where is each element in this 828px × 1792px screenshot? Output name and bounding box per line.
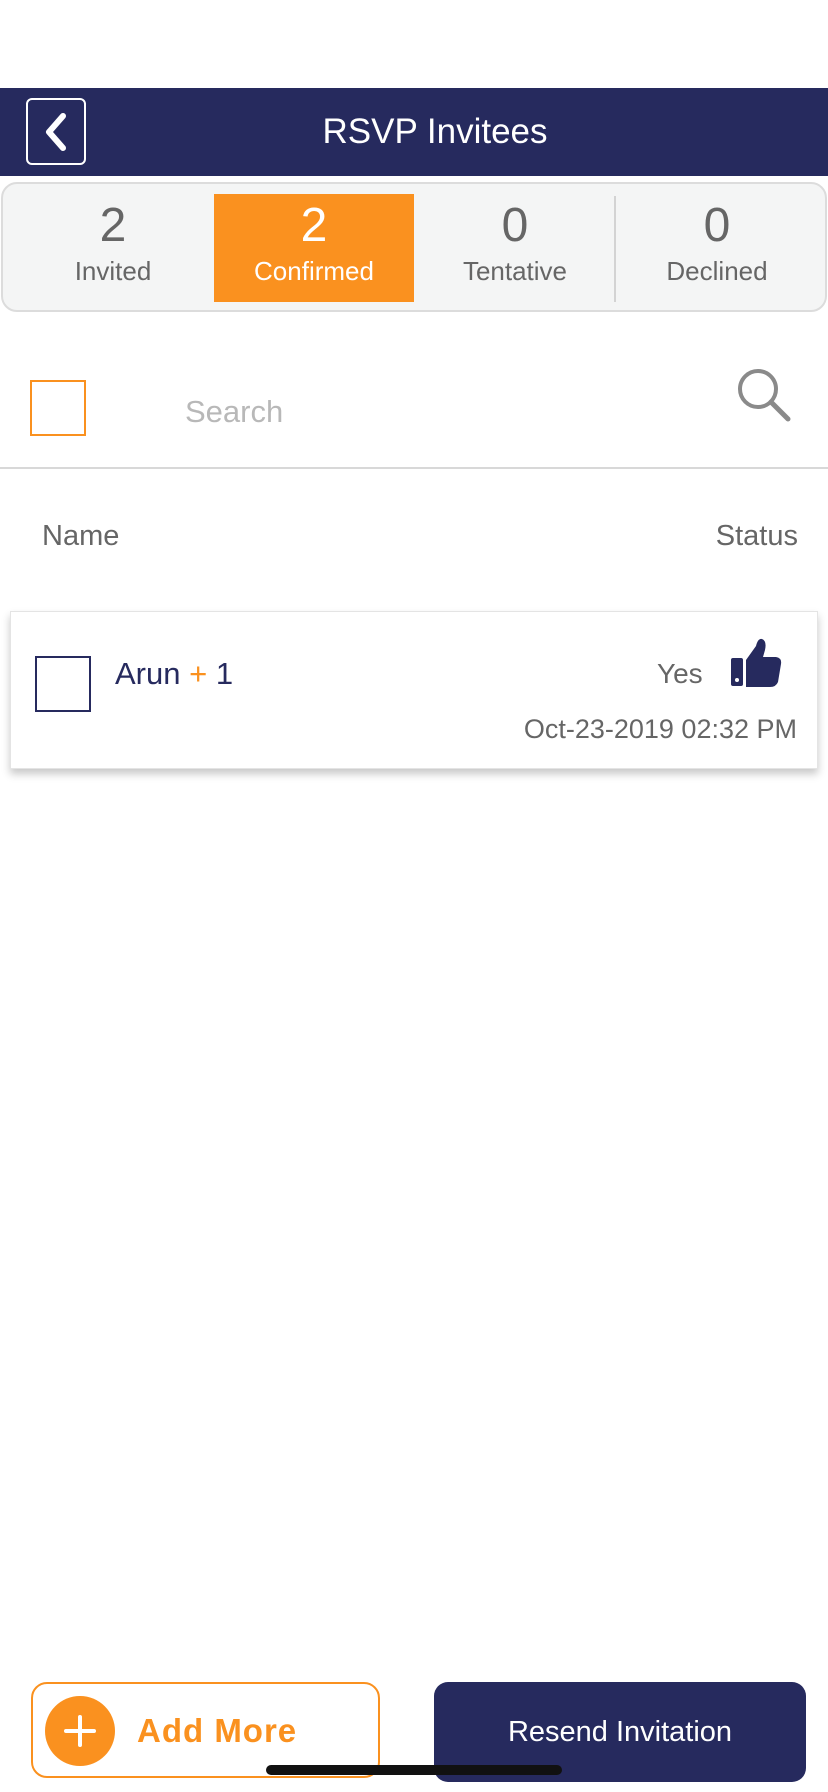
- stat-label: Tentative: [462, 256, 568, 286]
- column-header-status: Status: [715, 520, 798, 552]
- invitee-checkbox[interactable]: [35, 656, 91, 712]
- stat-divider: [614, 196, 616, 302]
- stat-count: 2: [300, 199, 328, 252]
- plus-circle-icon: [45, 1696, 115, 1766]
- stat-count: 0: [501, 199, 529, 252]
- stat-invited[interactable]: 2 Invited: [13, 194, 213, 302]
- add-more-button[interactable]: Add More: [31, 1682, 380, 1778]
- thumbs-up-icon: [731, 638, 782, 687]
- home-indicator: [266, 1765, 562, 1775]
- search-row: [0, 340, 828, 470]
- rsvp-timestamp: Oct-23-2019 02:32 PM: [523, 714, 797, 744]
- select-all-checkbox[interactable]: [30, 380, 86, 436]
- stat-count: 2: [99, 199, 127, 252]
- plus-sign: +: [189, 656, 208, 691]
- guest-count: 1: [215, 656, 234, 691]
- column-header-name: Name: [42, 520, 120, 552]
- stat-label: Declined: [666, 256, 768, 286]
- stat-tentative[interactable]: 0 Tentative: [415, 194, 615, 302]
- search-divider: [0, 467, 828, 469]
- rsvp-invitees-screen: RSVP Invitees 2 Invited 2 Confirmed 0 Te…: [0, 0, 828, 1792]
- add-more-label: Add More: [137, 1712, 298, 1749]
- stat-count: 0: [703, 199, 731, 252]
- stat-label: Invited: [74, 256, 152, 286]
- rsvp-stats-bar: 2 Invited 2 Confirmed 0 Tentative 0 Decl…: [1, 182, 827, 312]
- invitee-name: Arun + 1: [115, 656, 233, 692]
- invitee-name-text: Arun: [115, 656, 181, 691]
- search-input[interactable]: [185, 382, 705, 442]
- status-bar: [0, 0, 828, 88]
- chevron-left-icon: [46, 112, 66, 151]
- header-bar: RSVP Invitees: [0, 88, 828, 176]
- page-title: RSVP Invitees: [322, 112, 548, 151]
- stat-confirmed[interactable]: 2 Confirmed: [214, 194, 414, 302]
- stat-declined[interactable]: 0 Declined: [617, 194, 817, 302]
- search-icon[interactable]: [734, 365, 792, 423]
- back-button[interactable]: [26, 98, 86, 165]
- rsvp-status-text: Yes: [657, 658, 703, 689]
- stat-label: Confirmed: [254, 256, 374, 286]
- invitee-row[interactable]: Arun + 1 Yes Oct-23-2019 02:32 PM: [10, 611, 818, 769]
